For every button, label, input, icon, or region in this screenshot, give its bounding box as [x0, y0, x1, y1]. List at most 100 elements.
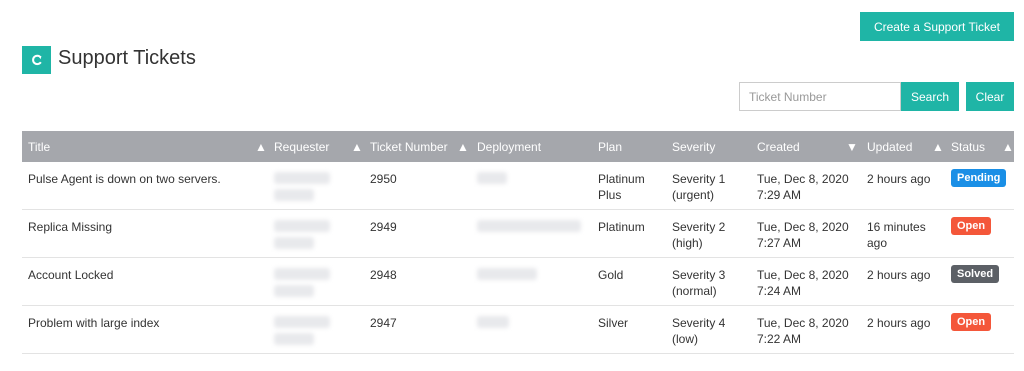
plan-line: Plus — [598, 188, 622, 202]
tickets-table: Title ▲︎ Requester ▲︎ Ticket Number ▲︎ D… — [22, 131, 1014, 354]
refresh-button[interactable] — [22, 46, 51, 74]
plan-line: Platinum — [598, 172, 645, 186]
severity-line: Severity 3 — [672, 268, 726, 282]
status-badge: Open — [951, 313, 992, 331]
ticket-title[interactable]: Account Locked — [28, 267, 113, 283]
updated-line: 2 hours ago — [867, 316, 931, 330]
deployment-redacted — [477, 172, 507, 184]
severity-line: (normal) — [672, 284, 717, 298]
plan-line: Platinum — [598, 220, 645, 234]
created-line: Tue, Dec 8, 2020 — [757, 172, 849, 186]
created-line: Tue, Dec 8, 2020 — [757, 316, 849, 330]
page-title: Support Tickets — [58, 47, 196, 69]
create-ticket-button[interactable]: Create a Support Ticket — [860, 12, 1014, 41]
column-label: Updated — [867, 139, 913, 154]
table-row[interactable]: Pulse Agent is down on two servers. 2950… — [22, 162, 1014, 210]
created-line: Tue, Dec 8, 2020 — [757, 220, 849, 234]
table-row[interactable]: Replica Missing 2949 Platinum Severity 2… — [22, 210, 1014, 258]
sort-icon[interactable]: ▲︎ — [255, 131, 267, 162]
ticket-title[interactable]: Pulse Agent is down on two servers. — [28, 171, 221, 187]
column-label: Deployment — [477, 139, 542, 154]
sort-icon[interactable]: ▲︎ — [351, 131, 363, 162]
status-badge: Pending — [951, 169, 1007, 187]
column-label: Severity — [672, 139, 716, 154]
column-label: Ticket Number — [370, 139, 448, 154]
created-line: 7:27 AM — [757, 236, 802, 250]
updated: 2 hours ago — [867, 267, 930, 283]
clear-button[interactable]: Clear — [966, 82, 1014, 111]
column-label: Plan — [598, 139, 623, 154]
requester-redacted — [274, 316, 330, 328]
sort-icon[interactable]: ▲︎ — [932, 131, 944, 162]
column-updated[interactable]: Updated — [867, 131, 912, 162]
refresh-icon — [31, 54, 42, 66]
created-line: 7:24 AM — [757, 284, 802, 298]
updated-line: 2 hours ago — [867, 172, 931, 186]
deployment-redacted — [477, 268, 537, 280]
severity-line: (urgent) — [672, 188, 715, 202]
table-header: Title ▲︎ Requester ▲︎ Ticket Number ▲︎ D… — [22, 131, 1014, 162]
sort-desc-icon[interactable]: ▼︎ — [846, 131, 858, 162]
ticket-number: 2949 — [370, 220, 397, 234]
created: Tue, Dec 8, 2020 7:29 AM — [757, 171, 849, 203]
updated: 2 hours ago — [867, 171, 930, 187]
requester-redacted — [274, 220, 330, 232]
created: Tue, Dec 8, 2020 7:24 AM — [757, 267, 849, 299]
column-severity[interactable]: Severity — [672, 131, 715, 162]
table-row[interactable]: Problem with large index 2947 Silver Sev… — [22, 306, 1014, 354]
updated-line: 2 hours ago — [867, 268, 931, 282]
column-label: Status — [951, 139, 986, 154]
ticket-title[interactable]: Replica Missing — [28, 219, 112, 235]
created: Tue, Dec 8, 2020 7:27 AM — [757, 219, 849, 251]
requester-redacted — [274, 333, 314, 345]
created: Tue, Dec 8, 2020 7:22 AM — [757, 315, 849, 347]
column-label: Created — [757, 139, 800, 154]
status-badge: Open — [951, 217, 992, 235]
plan-line: Silver — [598, 316, 629, 330]
deployment-redacted — [477, 220, 581, 232]
plan: Gold — [598, 267, 623, 283]
created-line: 7:29 AM — [757, 188, 802, 202]
column-label: Title — [28, 139, 51, 154]
ticket-title[interactable]: Problem with large index — [28, 315, 159, 331]
column-title[interactable]: Title — [28, 131, 50, 162]
deployment-redacted — [477, 316, 509, 328]
plan: Platinum Plus — [598, 171, 645, 203]
column-deployment[interactable]: Deployment — [477, 131, 541, 162]
sort-icon[interactable]: ▲︎ — [457, 131, 469, 162]
requester-redacted — [274, 285, 314, 297]
plan: Silver — [598, 315, 628, 331]
requester-redacted — [274, 172, 330, 184]
column-requester[interactable]: Requester — [274, 131, 329, 162]
plan-line: Gold — [598, 268, 624, 282]
table-row[interactable]: Account Locked 2948 Gold Severity 3 (norm… — [22, 258, 1014, 306]
column-status[interactable]: Status — [951, 131, 985, 162]
updated-line: 16 minutes — [867, 220, 926, 234]
created-line: 7:22 AM — [757, 332, 802, 346]
severity: Severity 3 (normal) — [672, 267, 725, 299]
status-badge: Solved — [951, 265, 1000, 283]
severity: Severity 2 (high) — [672, 219, 725, 251]
column-plan[interactable]: Plan — [598, 131, 622, 162]
plan: Platinum — [598, 219, 645, 235]
ticket-number-input[interactable] — [739, 82, 901, 111]
severity-line: Severity 4 — [672, 316, 726, 330]
requester-redacted — [274, 237, 314, 249]
requester-redacted — [274, 189, 314, 201]
severity: Severity 4 (low) — [672, 315, 725, 347]
column-ticket-number[interactable]: Ticket Number — [370, 131, 448, 162]
search-button[interactable]: Search — [901, 82, 959, 111]
severity-line: (high) — [672, 236, 703, 250]
updated-line: ago — [867, 236, 888, 250]
column-created[interactable]: Created — [757, 131, 800, 162]
created-line: Tue, Dec 8, 2020 — [757, 268, 849, 282]
requester-redacted — [274, 268, 330, 280]
sort-icon[interactable]: ▲︎ — [1002, 131, 1014, 162]
column-label: Requester — [274, 139, 330, 154]
updated: 2 hours ago — [867, 315, 930, 331]
severity-line: Severity 1 — [672, 172, 726, 186]
severity: Severity 1 (urgent) — [672, 171, 725, 203]
severity-line: (low) — [672, 332, 698, 346]
ticket-number: 2950 — [370, 172, 397, 186]
severity-line: Severity 2 — [672, 220, 726, 234]
